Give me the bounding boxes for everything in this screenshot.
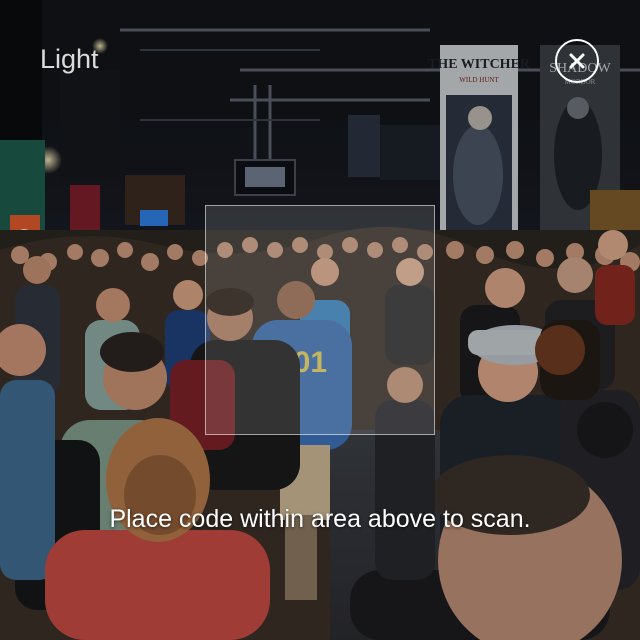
scan-target-area: [205, 205, 435, 435]
light-toggle-button[interactable]: Light: [40, 44, 99, 75]
scan-instruction-text: Place code within area above to scan.: [109, 505, 531, 533]
close-icon: [569, 53, 585, 69]
close-button[interactable]: [555, 39, 599, 83]
